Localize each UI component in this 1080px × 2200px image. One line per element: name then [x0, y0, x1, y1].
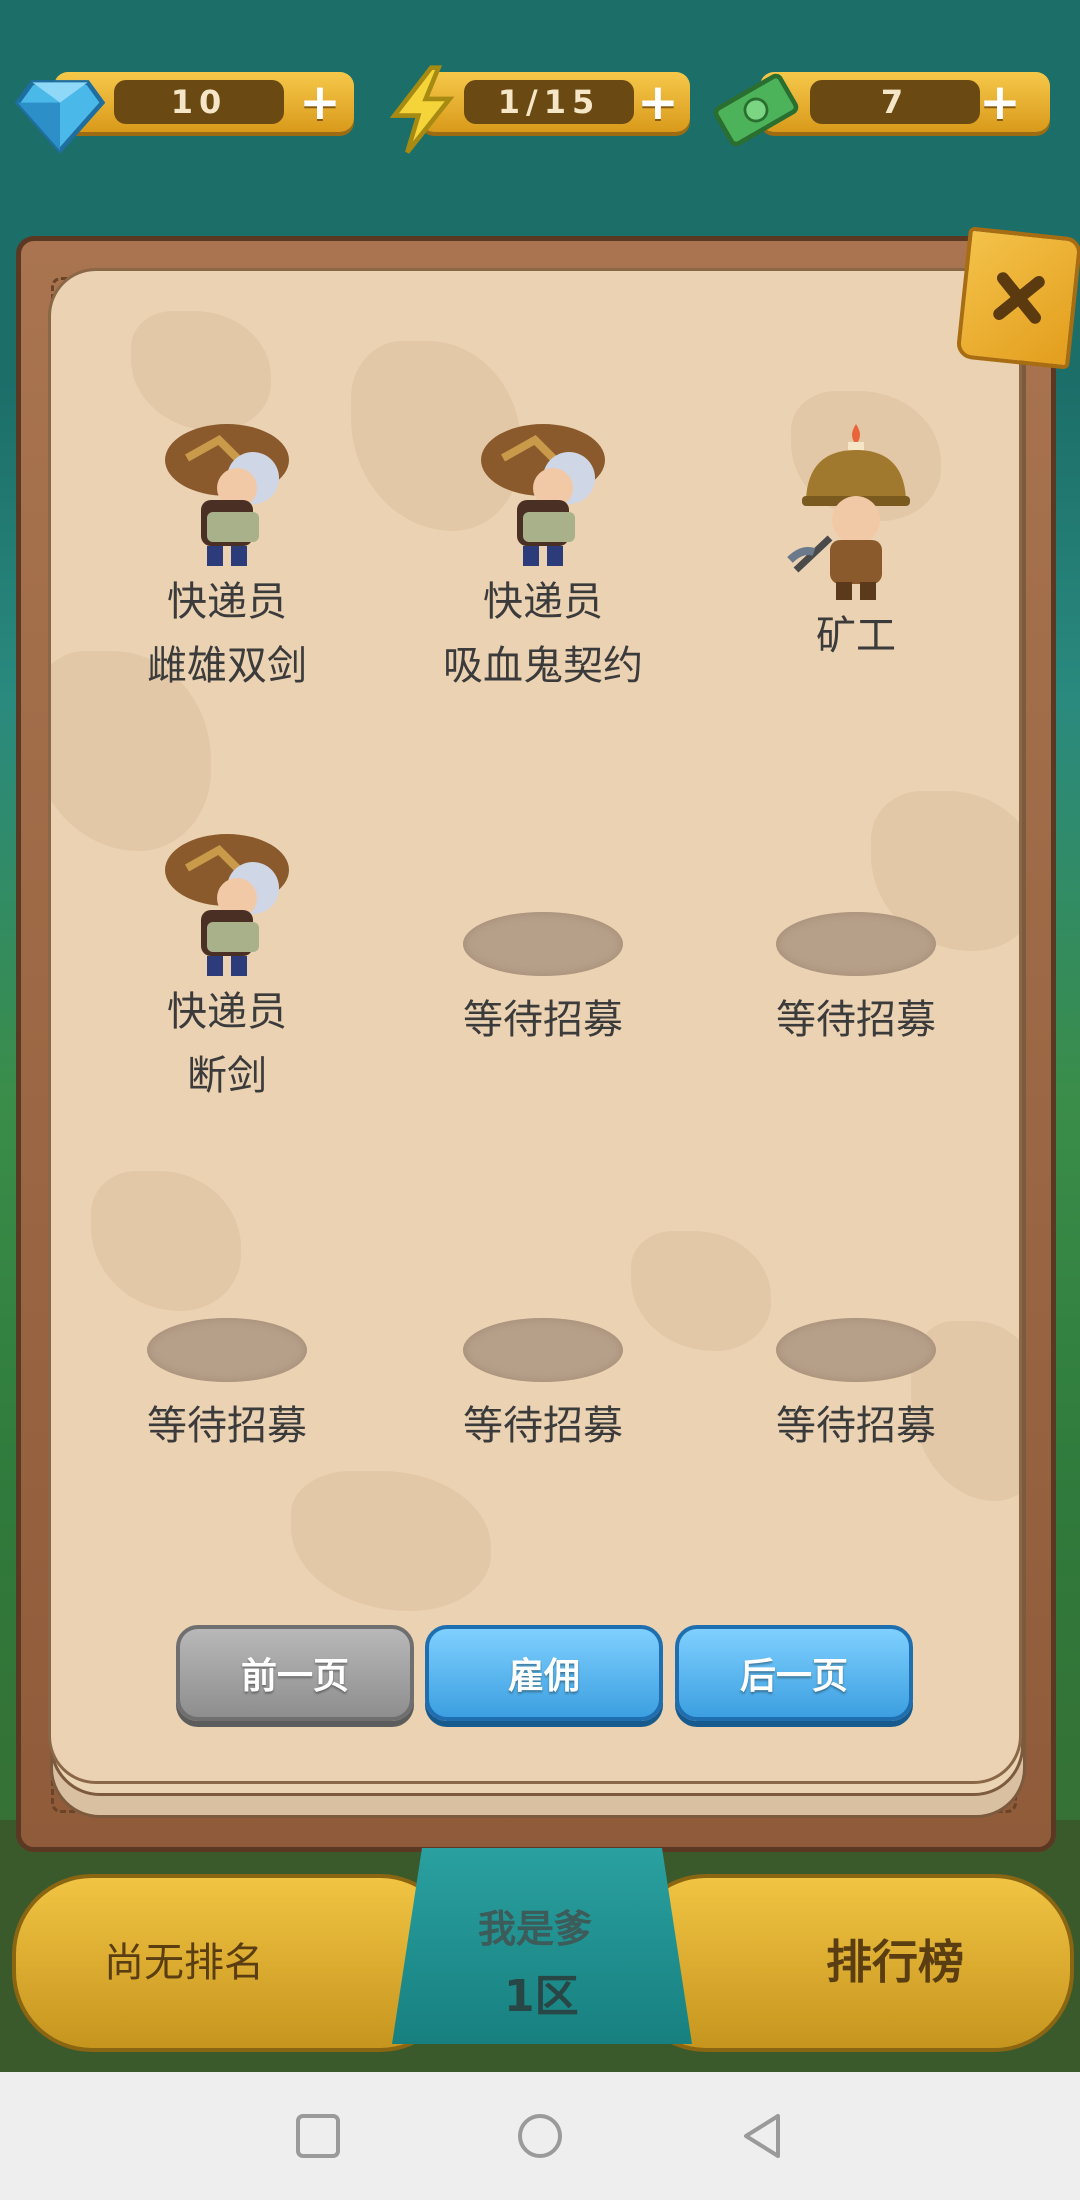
roster-slot-6[interactable]: 等待招募	[706, 912, 1006, 1052]
empty-slot-shadow	[463, 912, 623, 976]
home-button[interactable]	[514, 2110, 566, 2162]
gems-counter: 10 +	[14, 64, 354, 154]
paper-texture	[91, 1171, 241, 1311]
empty-slot-shadow	[776, 1318, 936, 1382]
square-icon	[296, 2114, 340, 2158]
roster-slot-3[interactable]: 矿工	[706, 420, 1006, 668]
energy-counter: 1/15 +	[380, 64, 700, 154]
empty-slot-label: 等待招募	[463, 1403, 623, 1449]
add-cash-button[interactable]: +	[974, 73, 1026, 131]
character-name: 矿工	[816, 613, 896, 659]
close-icon	[993, 272, 1045, 324]
roster-slot-9[interactable]: 等待招募	[706, 1318, 1006, 1458]
roster-slot-7[interactable]: 等待招募	[77, 1318, 377, 1458]
miner-character-icon	[786, 420, 926, 604]
roster-slot-2[interactable]: 快递员 吸血鬼契约	[393, 400, 693, 698]
leaderboard-label: 排行榜	[826, 1935, 964, 1989]
courier-character-icon	[473, 400, 613, 570]
system-navigation-bar	[0, 2072, 1080, 2200]
back-button[interactable]	[736, 2110, 788, 2162]
next-page-button[interactable]: 后一页	[675, 1625, 913, 1721]
recent-apps-button[interactable]	[292, 2110, 344, 2162]
character-item: 雌雄双剑	[147, 643, 307, 689]
character-item: 断剑	[187, 1053, 267, 1099]
paper-texture	[291, 1471, 491, 1611]
roster-slot-4[interactable]: 快递员 断剑	[77, 810, 377, 1108]
player-name: 我是爹	[478, 1907, 593, 1951]
close-button[interactable]	[955, 226, 1080, 370]
add-gems-button[interactable]: +	[294, 73, 346, 131]
previous-page-button[interactable]: 前一页	[176, 1625, 414, 1721]
character-name: 快递员	[167, 579, 287, 625]
roster-slot-1[interactable]: 快递员 雌雄双剑	[77, 400, 377, 698]
empty-slot-shadow	[776, 912, 936, 976]
server-label: 1区	[504, 1971, 579, 2022]
empty-slot-label: 等待招募	[147, 1403, 307, 1449]
roster-slot-5[interactable]: 等待招募	[393, 912, 693, 1052]
courier-character-icon	[157, 810, 297, 980]
cash-counter: 7 +	[710, 64, 1050, 147]
energy-value: 1/15	[464, 80, 634, 124]
empty-slot-label: 等待招募	[776, 1403, 936, 1449]
lightning-icon	[376, 64, 468, 156]
cash-value: 7	[810, 80, 980, 124]
circle-icon	[518, 2114, 562, 2158]
character-name: 快递员	[167, 989, 287, 1035]
hire-button[interactable]: 雇佣	[425, 1625, 663, 1721]
rank-status: 尚无排名	[104, 1940, 264, 1986]
empty-slot-label: 等待招募	[463, 997, 623, 1043]
character-name: 快递员	[483, 579, 603, 625]
empty-slot-shadow	[147, 1318, 307, 1382]
courier-character-icon	[157, 400, 297, 570]
back-triangle-icon	[744, 2114, 780, 2158]
empty-slot-label: 等待招募	[776, 997, 936, 1043]
gems-value: 10	[114, 80, 284, 124]
cash-icon	[710, 64, 802, 156]
character-item: 吸血鬼契约	[443, 643, 643, 689]
roster-slot-8[interactable]: 等待招募	[393, 1318, 693, 1458]
add-energy-button[interactable]: +	[632, 73, 684, 131]
empty-slot-shadow	[463, 1318, 623, 1382]
diamond-icon	[14, 64, 106, 156]
